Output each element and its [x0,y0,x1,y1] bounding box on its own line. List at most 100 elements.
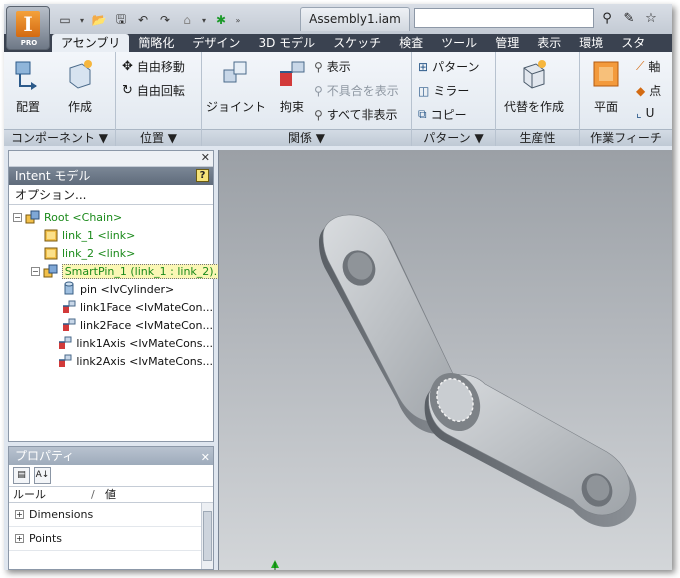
mirror-button[interactable]: ◫ ミラー [418,82,469,99]
star-icon[interactable]: ☆ [642,9,660,27]
redo-icon[interactable]: ↷ [156,11,174,29]
ribbon-tabs: アセンブリ 簡略化 デザイン 3D モデル スケッチ 検査 ツール 管理 表示 … [4,34,672,52]
point-button[interactable]: ◆ 点 [636,82,661,99]
categorized-icon[interactable]: ▤ [13,467,30,484]
panel-position-title[interactable]: 位置 ▼ [116,129,201,146]
plane-button[interactable]: 平面 [590,58,622,115]
app-window: ▭ ▾ 📂 🖫 ↶ ↷ ⌂ ▾ ✱ » Assembly1.iam ⚲ ✎ ☆ … [4,4,672,570]
value-column-header[interactable]: 値 [101,487,116,502]
title-bar: ▭ ▾ 📂 🖫 ↶ ↷ ⌂ ▾ ✱ » Assembly1.iam ⚲ ✎ ☆ [4,4,672,34]
tree-node[interactable]: link1Face <IvMateCon... [9,298,213,316]
tree-node[interactable]: − Root <Chain> [9,208,213,226]
tree-node[interactable]: link_1 <link> [9,226,213,244]
expand-icon[interactable]: + [15,510,24,519]
constrain-icon [280,61,305,86]
panel-component-title[interactable]: コンポーネント ▼ [4,129,115,146]
panel-work-features-title[interactable]: 作業フィーチ [580,129,672,146]
properties-scrollbar[interactable] [201,503,213,569]
hide-all-icon: ⚲ [314,107,323,122]
properties-toolbar: ▤ A↓ [9,465,213,487]
axis-button[interactable]: ⟋ 軸 [636,58,660,75]
ucs-label: U [645,106,655,120]
help-icon[interactable]: ? [196,169,209,182]
intent-model-browser: ✕ Intent モデル ? オプション... − Root <Chain> lin… [8,150,228,442]
place-button[interactable]: 配置 [12,58,44,115]
sort-az-icon[interactable]: A↓ [34,467,51,484]
place-label: 配置 [15,100,40,114]
collapse-icon[interactable]: − [13,212,22,222]
panel-pattern-title[interactable]: パターン ▼ [412,129,495,146]
create-button[interactable]: 作成 [64,58,96,115]
document-tab[interactable]: Assembly1.iam [300,7,410,31]
tree-node[interactable]: link1Axis <IvMateCons... [9,334,213,352]
ucs-button[interactable]: ⌞ U [636,106,654,120]
tab-view[interactable]: 表示 [528,34,570,52]
wrench-icon[interactable]: ✎ [620,9,638,27]
panel-relationships-title[interactable]: 関係 ▼ [202,129,411,146]
free-move-button[interactable]: ✥ 自由移動 [122,58,185,75]
binoculars-icon[interactable]: ⚲ [598,9,616,27]
hide-all-button[interactable]: ⚲ すべて非表示 [314,106,397,123]
search-input[interactable] [414,8,594,28]
property-row-points[interactable]: + Points [9,527,213,551]
origin-triad-icon [271,560,279,570]
tab-3d-model[interactable]: 3D モデル [249,34,324,52]
free-rotate-button[interactable]: ↻ 自由回転 [122,82,185,99]
point-icon: ◆ [636,83,646,98]
show-sick-label: 不具合を表示 [326,84,399,98]
plane-icon [593,61,619,87]
dropdown-arrow-icon[interactable]: ▾ [78,16,86,25]
save-icon[interactable]: 🖫 [112,11,130,29]
close-icon[interactable]: ✕ [201,151,210,164]
tree-node[interactable]: link_2 <link> [9,244,213,262]
rule-column-header[interactable]: ルール [9,487,87,502]
copy-button[interactable]: ⧉ コピー [418,106,467,123]
substitute-button[interactable]: 代替を作成 [504,58,564,115]
select-mode-icon[interactable]: ⌂ [178,11,196,29]
chain-assembly-model[interactable] [219,150,672,570]
show-sick-button[interactable]: ⚲ 不具合を表示 [314,82,399,99]
tree-node[interactable]: link2Axis <IvMateCons... [9,352,213,370]
dropdown-arrow-icon[interactable]: ▾ [200,16,208,25]
new-icon[interactable]: ▭ [56,11,74,29]
application-menu-button[interactable]: I PRO [6,6,50,50]
mirror-icon: ◫ [418,83,430,98]
show-button[interactable]: ⚲ 表示 [314,58,351,75]
tab-sketch[interactable]: スケッチ [324,34,390,52]
undo-icon[interactable]: ↶ [134,11,152,29]
open-icon[interactable]: 📂 [90,11,108,29]
panel-component: 配置 作成 コンポーネント ▼ [4,52,116,146]
property-row-dimensions[interactable]: + Dimensions [9,503,213,527]
pattern-button[interactable]: ⊞ パターン [418,58,479,75]
update-icon[interactable]: ✱ [212,11,230,29]
tab-environments[interactable]: 環境 [570,34,612,52]
tree-node-label: Root <Chain> [44,210,123,224]
tab-tools[interactable]: ツール [432,34,486,52]
tree-node-label: link2Axis <IvMateCons... [76,354,213,368]
tree-node[interactable]: link2Face <IvMateCon... [9,316,213,334]
constrain-button[interactable]: 拘束 [276,58,308,115]
options-link[interactable]: オプション... [9,185,213,205]
joint-button[interactable]: ジョイント [206,58,266,115]
cylinder-icon [61,281,80,297]
tab-design[interactable]: デザイン [183,34,249,52]
collapse-icon[interactable]: − [31,266,40,276]
browser-title[interactable]: Intent モデル ? [9,167,213,185]
tab-simplify[interactable]: 簡略化 [129,34,183,52]
scrollbar-thumb[interactable] [203,511,212,561]
tab-assemble[interactable]: アセンブリ [52,34,130,52]
overflow-icon[interactable]: » [234,16,242,25]
properties-title[interactable]: プロパティ ✕ [9,447,213,465]
model-tree: − Root <Chain> link_1 <link> link_2 <link> −… [9,205,228,370]
expand-icon[interactable]: + [15,534,24,543]
close-icon[interactable]: ✕ [201,449,210,467]
graphics-viewport[interactable] [218,150,672,570]
tree-node-label: link1Axis <IvMateCons... [76,336,213,350]
tab-start[interactable]: スタ [612,34,654,52]
tab-inspect[interactable]: 検査 [390,34,432,52]
tree-node[interactable]: − SmartPin_1 (link_1 : link_2)... [9,262,228,280]
tree-node[interactable]: pin <IvCylinder> [9,280,213,298]
tab-manage[interactable]: 管理 [486,34,528,52]
joint-label: ジョイント [206,100,267,114]
panel-pattern: ⊞ パターン ◫ ミラー ⧉ コピー パターン ▼ [412,52,496,146]
